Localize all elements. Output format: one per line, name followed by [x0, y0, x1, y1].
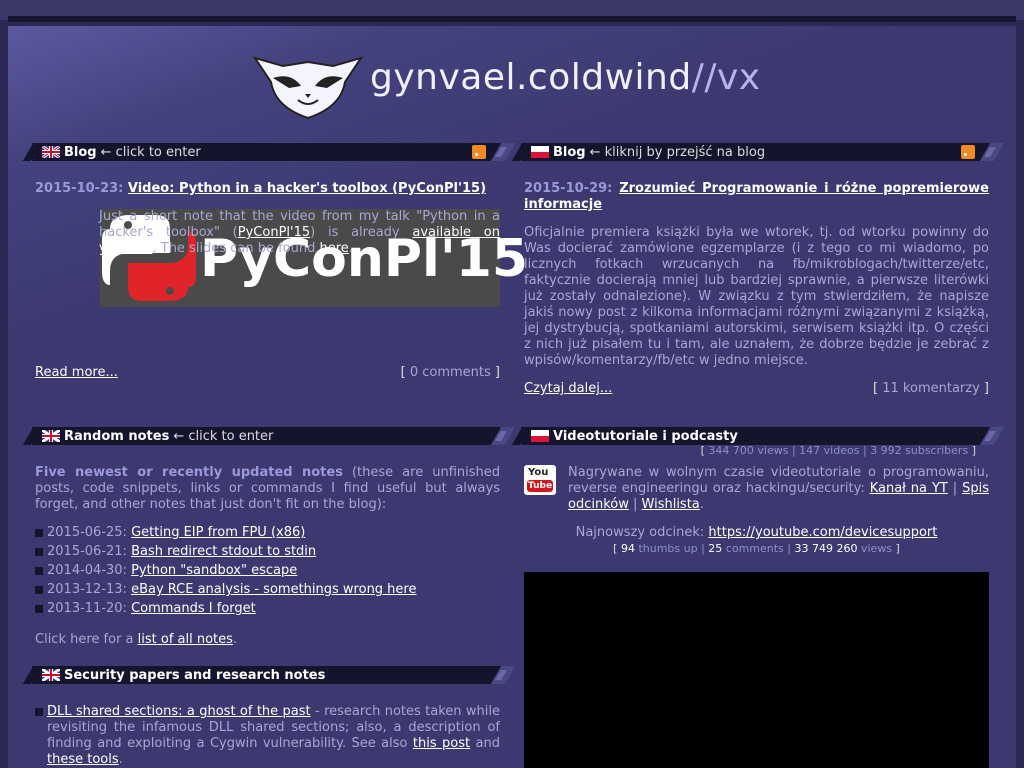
blog-en-body-end: . [348, 241, 353, 256]
channel-link[interactable]: Kanał na YT [870, 481, 948, 496]
newest-episode-link[interactable]: https://youtube.com/devicesupport [708, 525, 937, 540]
blog-en-comments[interactable]: [ 0 comments ] [401, 365, 500, 380]
blog-en-post-date: 2015-10-23: [35, 181, 124, 196]
sep: | [628, 497, 642, 512]
thumbs-count: 94 [620, 542, 635, 555]
note-date: 2015-06-21: [47, 544, 127, 559]
bullet-square [35, 708, 43, 716]
random-notes-intro: Five newest or recently updated notes (t… [35, 465, 500, 513]
random-notes-title: Random notes [64, 428, 170, 444]
blog-pl-post-date: 2015-10-29: [524, 181, 613, 196]
pyconpl-link[interactable]: PyConPl'15 [238, 225, 310, 240]
blog-pl-subtitle: ← kliknij by przejść na blog [589, 144, 766, 160]
footer-pre: Click here for a [35, 632, 138, 647]
channel-views: 344 700 views [708, 444, 789, 457]
slides-link[interactable]: here [319, 241, 348, 256]
note-link[interactable]: Getting EIP from FPU (x86) [131, 525, 305, 540]
newest-episode: Najnowszy odcinek: https://youtube.com/d… [524, 525, 989, 540]
youtube-icon-tube: Tube [527, 480, 553, 492]
views-label: views [857, 542, 893, 555]
video-header[interactable]: Videotutoriale i podcasty [521, 427, 1005, 445]
pl-flag-icon [531, 430, 549, 442]
all-notes-link[interactable]: list of all notes [138, 632, 233, 647]
top-strip-bar [8, 16, 1016, 22]
blog-pl-title: Blog [553, 144, 586, 160]
uk-flag-icon [42, 669, 60, 681]
pl-flag-icon [531, 146, 549, 158]
blog-pl-comments-label: 11 komentarzy [882, 381, 980, 396]
uk-flag-icon [42, 430, 60, 442]
blog-pl-comments[interactable]: [ 11 komentarzy ] [873, 381, 989, 396]
youtube-icon[interactable]: You Tube [524, 465, 556, 495]
blog-pl-read-more[interactable]: Czytaj dalej... [524, 381, 612, 396]
desc-end: . [699, 497, 704, 512]
site-suffix: //vx [691, 57, 761, 98]
video-desc: Nagrywane w wolnym czasie videotutoriale… [568, 465, 989, 513]
note-link[interactable]: eBay RCE analysis - somethings wrong her… [131, 582, 416, 597]
channel-subscribers: 3 992 subscribers [870, 444, 969, 457]
note-date: 2014-04-30: [47, 563, 127, 578]
blog-en-subtitle: ← click to enter [100, 144, 201, 160]
note-link[interactable]: Python "sandbox" escape [131, 563, 297, 578]
security-title: Security papers and research notes [64, 667, 326, 683]
blog-pl-body: Oficjalnie premiera książki była we wtor… [524, 225, 989, 368]
security-end: . [118, 752, 123, 767]
blog-pl-header[interactable]: Blog ← kliknij by przejść na blog [521, 143, 1005, 161]
blog-en-read-more[interactable]: Read more... [35, 365, 118, 380]
episode-stats: [ 94 thumbs up | 25 comments | 33 749 26… [613, 542, 900, 555]
footer-end: . [232, 632, 238, 647]
security-item: DLL shared sections: a ghost of the past… [47, 704, 500, 768]
note-date: 2013-12-13: [47, 582, 127, 597]
channel-stats: [ 344 700 views | 147 videos | 3 992 sub… [700, 444, 976, 457]
note-date: 2013-11-20: [47, 601, 127, 616]
rss-icon[interactable] [472, 145, 486, 159]
comments-label: comments [722, 542, 784, 555]
blog-en-post-heading: 2015-10-23: Video: Python in a hacker's … [35, 181, 501, 197]
note-link[interactable]: Bash redirect stdout to stdin [131, 544, 316, 559]
rss-icon[interactable] [961, 145, 975, 159]
sep: | [947, 481, 963, 496]
newest-label: Najnowszy odcinek: [575, 525, 709, 540]
site-title[interactable]: gynvael.coldwind//vx [370, 57, 761, 98]
blog-en-body-mid1: ) is already [310, 225, 413, 240]
random-notes-intro-bold: Five newest or recently updated notes [35, 465, 343, 480]
blog-en-body: Just a short note that the video from my… [35, 209, 500, 307]
list-item: 2013-12-13: eBay RCE analysis - somethin… [35, 580, 500, 599]
random-notes-subtitle: ← click to enter [173, 428, 274, 444]
dll-sections-link[interactable]: DLL shared sections: a ghost of the past [47, 704, 311, 719]
security-header[interactable]: Security papers and research notes [32, 666, 516, 684]
fox-mask-logo[interactable] [253, 52, 363, 120]
random-notes-list: 2015-06-25: Getting EIP from FPU (x86) 2… [35, 523, 500, 618]
site-header: gynvael.coldwind//vx [8, 26, 1016, 136]
site-name: gynvael.coldwind [370, 57, 692, 98]
blog-en-body-mid2: . The slides can be found [152, 241, 320, 256]
thumbs-label: thumbs up [634, 542, 698, 555]
note-date: 2015-06-25: [47, 525, 127, 540]
blog-en-comments-label: 0 comments [409, 365, 491, 380]
youtube-icon-you: You [528, 467, 549, 478]
video-title: Videotutoriale i podcasty [553, 428, 738, 444]
list-item: 2013-11-20: Commands I forget [35, 599, 500, 618]
these-tools-link[interactable]: these tools [47, 752, 119, 767]
this-post-link[interactable]: this post [413, 736, 470, 751]
views-count: 33 749 260 [794, 542, 858, 555]
comments-count: 25 [708, 542, 723, 555]
video-player[interactable] [524, 572, 989, 768]
security-and: and [470, 736, 500, 751]
random-notes-header[interactable]: Random notes ← click to enter [32, 427, 516, 445]
blog-en-post-title[interactable]: Video: Python in a hacker's toolbox (PyC… [128, 181, 486, 196]
blog-en-title: Blog [64, 144, 97, 160]
blog-pl-post-heading: 2015-10-29: Zrozumieć Programowanie i ró… [524, 181, 989, 213]
wishlist-link[interactable]: Wishlista [642, 497, 700, 512]
list-item: 2015-06-21: Bash redirect stdout to stdi… [35, 542, 500, 561]
list-item: 2014-04-30: Python "sandbox" escape [35, 561, 500, 580]
uk-flag-icon [42, 146, 60, 158]
note-link[interactable]: Commands I forget [131, 601, 256, 616]
blog-en-header[interactable]: Blog ← click to enter [32, 143, 516, 161]
top-strip [0, 0, 1024, 22]
list-item: 2015-06-25: Getting EIP from FPU (x86) [35, 523, 500, 542]
random-notes-footer: Click here for a list of all notes. [35, 632, 500, 648]
channel-videos: 147 videos [799, 444, 860, 457]
